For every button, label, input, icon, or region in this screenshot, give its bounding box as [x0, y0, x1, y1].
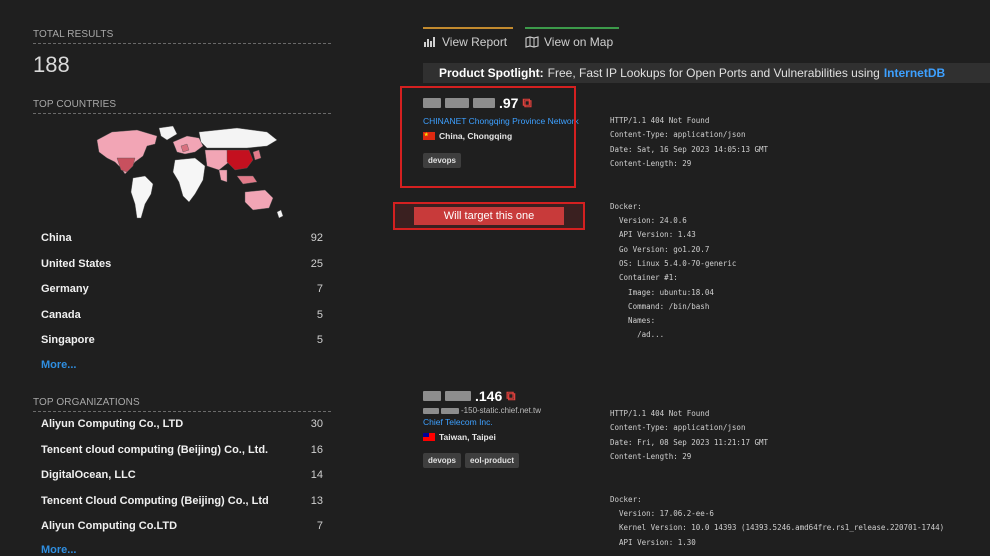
annotation-note: Will target this one [393, 202, 585, 230]
redacted-ip-segment [445, 391, 471, 401]
india-shape[interactable] [218, 169, 228, 183]
org-row-digitalocean[interactable]: DigitalOcean, LLC 14 [41, 464, 323, 486]
highlight-box [400, 86, 576, 188]
hostname-text: -150-static.chief.net.tw [461, 406, 542, 415]
country-name: Singapore [41, 334, 95, 346]
org-count: 16 [310, 444, 323, 456]
results-tabs: View Report View on Map [423, 27, 619, 49]
result-banner-2: HTTP/1.1 404 Not Found Content-Type: app… [610, 409, 945, 547]
south-america-shape[interactable] [130, 175, 154, 219]
result-location: Taiwan, Taipei [423, 432, 593, 442]
country-row-united-states[interactable]: United States 25 [41, 253, 323, 275]
country-row-singapore[interactable]: Singapore 5 [41, 329, 323, 351]
org-row-tencent-cloud[interactable]: Tencent Cloud Computing (Beijing) Co., L… [41, 490, 323, 512]
country-row-canada[interactable]: Canada 5 [41, 304, 323, 326]
ip-suffix: .146 [475, 388, 503, 404]
org-name: Aliyun Computing Co., LTD [41, 418, 184, 430]
europe-shape[interactable] [172, 135, 204, 155]
org-count: 7 [316, 520, 323, 532]
org-count: 14 [310, 469, 323, 481]
country-count: 5 [316, 309, 323, 321]
report-icon [424, 37, 435, 47]
country-name: Canada [41, 309, 81, 321]
org-name: Tencent cloud computing (Beijing) Co., L… [41, 444, 269, 456]
org-name: Tencent Cloud Computing (Beijing) Co., L… [41, 495, 269, 507]
world-map[interactable] [77, 122, 287, 227]
country-row-china[interactable]: China 92 [41, 227, 323, 249]
map-icon [525, 36, 539, 48]
united-states-shape[interactable] [116, 157, 136, 173]
result-org[interactable]: Chief Telecom Inc. [423, 417, 593, 427]
top-countries-label: TOP COUNTRIES [33, 99, 331, 114]
org-count: 13 [310, 495, 323, 507]
view-report-label: View Report [442, 35, 508, 49]
country-count: 7 [316, 283, 323, 295]
organizations-more-link[interactable]: More... [41, 544, 76, 556]
product-spotlight-banner: Product Spotlight: Free, Fast IP Lookups… [423, 63, 990, 83]
result-card-2: .146 ⧉ -150-static.chief.net.tw Chief Te… [423, 388, 593, 468]
org-row-aliyun[interactable]: Aliyun Computing Co., LTD 30 [41, 413, 323, 435]
result-banner-1: HTTP/1.1 404 Not Found Content-Type: app… [610, 116, 769, 340]
country-count: 25 [310, 258, 323, 270]
view-on-map-tab[interactable]: View on Map [525, 27, 619, 49]
country-name: Germany [41, 283, 89, 295]
result-hostname: -150-static.chief.net.tw [423, 406, 593, 415]
spotlight-text: Free, Fast IP Lookups for Open Ports and… [547, 66, 880, 80]
total-results-label: TOTAL RESULTS [33, 29, 331, 44]
annotation-text: Will target this one [414, 207, 564, 225]
top-organizations-label: TOP ORGANIZATIONS [33, 397, 331, 412]
africa-shape[interactable] [172, 157, 206, 203]
result-ip[interactable]: .146 ⧉ [423, 388, 593, 404]
country-count: 92 [310, 232, 323, 244]
china-shape[interactable] [226, 149, 254, 171]
total-results-count: 188 [33, 52, 70, 77]
country-name: China [41, 232, 72, 244]
org-name: DigitalOcean, LLC [41, 469, 136, 481]
greenland-shape[interactable] [158, 125, 178, 141]
spotlight-prefix: Product Spotlight: [439, 66, 544, 80]
org-row-aliyun-ltd[interactable]: Aliyun Computing Co.LTD 7 [41, 515, 323, 537]
country-name: United States [41, 258, 112, 270]
taiwan-flag-icon [423, 433, 435, 441]
redacted-ip-segment [423, 391, 441, 401]
middle-east-shape[interactable] [204, 149, 230, 171]
country-row-germany[interactable]: Germany 7 [41, 278, 323, 300]
redacted-host-segment [423, 407, 439, 414]
org-name: Aliyun Computing Co.LTD [41, 520, 178, 532]
southeast-asia-shape[interactable] [236, 175, 258, 185]
view-report-tab[interactable]: View Report [423, 27, 513, 49]
internetdb-link[interactable]: InternetDB [884, 66, 945, 80]
country-count: 5 [316, 334, 323, 346]
japan-shape[interactable] [252, 149, 262, 161]
tag[interactable]: eol-product [465, 453, 520, 468]
location-text: Taiwan, Taipei [439, 432, 496, 442]
russia-shape[interactable] [198, 127, 278, 149]
tag[interactable]: devops [423, 453, 462, 468]
new-zealand-shape[interactable] [276, 209, 284, 219]
external-link-icon[interactable]: ⧉ [506, 388, 515, 404]
org-row-tencent-beijing[interactable]: Tencent cloud computing (Beijing) Co., L… [41, 439, 323, 461]
result-tags: devops eol-product [423, 453, 593, 468]
redacted-host-segment [441, 407, 459, 414]
australia-shape[interactable] [244, 189, 274, 211]
view-on-map-label: View on Map [544, 35, 614, 49]
org-count: 30 [310, 418, 323, 430]
countries-more-link[interactable]: More... [41, 359, 76, 371]
